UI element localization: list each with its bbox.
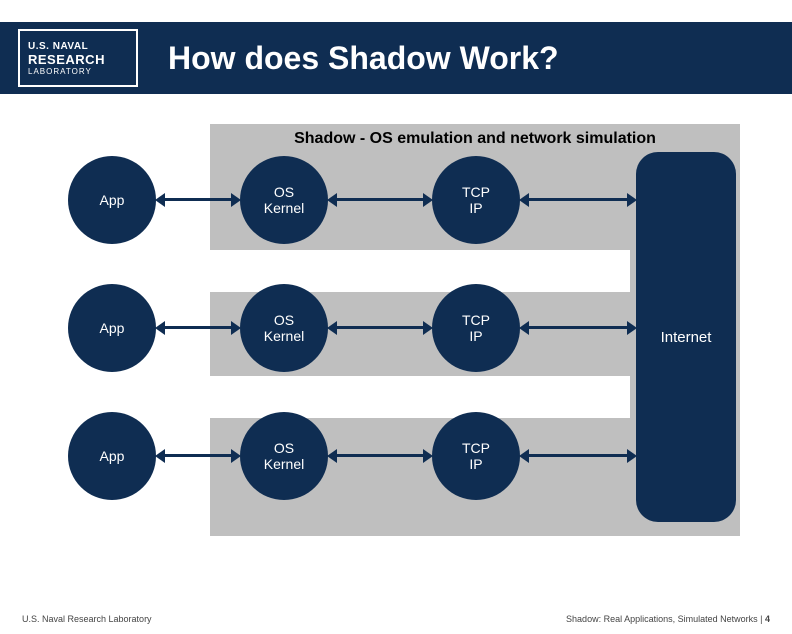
kernel-l2: Kernel bbox=[264, 328, 304, 344]
kernel-circle-1: OSKernel bbox=[240, 156, 328, 244]
logo-line2: RESEARCH bbox=[28, 52, 105, 67]
kernel-l1: OS bbox=[274, 312, 294, 328]
diagram-area: Shadow - OS emulation and network simula… bbox=[0, 94, 792, 564]
logo-line1: U.S. NAVAL bbox=[28, 41, 88, 52]
kernel-circle-2: OSKernel bbox=[240, 284, 328, 372]
arrow-tcp-internet-3 bbox=[528, 454, 628, 457]
app-label: App bbox=[100, 448, 125, 464]
app-label: App bbox=[100, 320, 125, 336]
shadow-label: Shadow - OS emulation and network simula… bbox=[210, 124, 740, 148]
footer-left: U.S. Naval Research Laboratory bbox=[22, 614, 152, 624]
row-gap-2 bbox=[210, 376, 630, 418]
header-bar: U.S. NAVAL RESEARCH LABORATORY How does … bbox=[0, 22, 792, 94]
arrow-app-kernel-2 bbox=[164, 326, 232, 329]
tcp-l2: IP bbox=[469, 456, 482, 472]
arrow-app-kernel-1 bbox=[164, 198, 232, 201]
kernel-l1: OS bbox=[274, 184, 294, 200]
arrow-kernel-tcp-1 bbox=[336, 198, 424, 201]
nrl-logo: U.S. NAVAL RESEARCH LABORATORY bbox=[18, 29, 138, 87]
app-circle-2: App bbox=[68, 284, 156, 372]
footer-right: Shadow: Real Applications, Simulated Net… bbox=[566, 614, 770, 624]
tcp-l2: IP bbox=[469, 200, 482, 216]
arrow-tcp-internet-1 bbox=[528, 198, 628, 201]
tcp-circle-3: TCPIP bbox=[432, 412, 520, 500]
kernel-l2: Kernel bbox=[264, 200, 304, 216]
page-number: 4 bbox=[765, 614, 770, 624]
slide-title: How does Shadow Work? bbox=[168, 40, 559, 77]
tcp-l2: IP bbox=[469, 328, 482, 344]
tcp-l1: TCP bbox=[462, 440, 490, 456]
tcp-circle-2: TCPIP bbox=[432, 284, 520, 372]
kernel-circle-3: OSKernel bbox=[240, 412, 328, 500]
tcp-l1: TCP bbox=[462, 312, 490, 328]
internet-box: Internet bbox=[636, 152, 736, 522]
app-circle-1: App bbox=[68, 156, 156, 244]
logo-line3: LABORATORY bbox=[28, 67, 92, 76]
footer-right-prefix: Shadow: Real Applications, Simulated Net… bbox=[566, 614, 765, 624]
internet-label: Internet bbox=[661, 329, 712, 346]
kernel-l2: Kernel bbox=[264, 456, 304, 472]
arrow-tcp-internet-2 bbox=[528, 326, 628, 329]
app-label: App bbox=[100, 192, 125, 208]
arrow-kernel-tcp-2 bbox=[336, 326, 424, 329]
kernel-l1: OS bbox=[274, 440, 294, 456]
arrow-app-kernel-3 bbox=[164, 454, 232, 457]
tcp-circle-1: TCPIP bbox=[432, 156, 520, 244]
tcp-l1: TCP bbox=[462, 184, 490, 200]
arrow-kernel-tcp-3 bbox=[336, 454, 424, 457]
app-circle-3: App bbox=[68, 412, 156, 500]
